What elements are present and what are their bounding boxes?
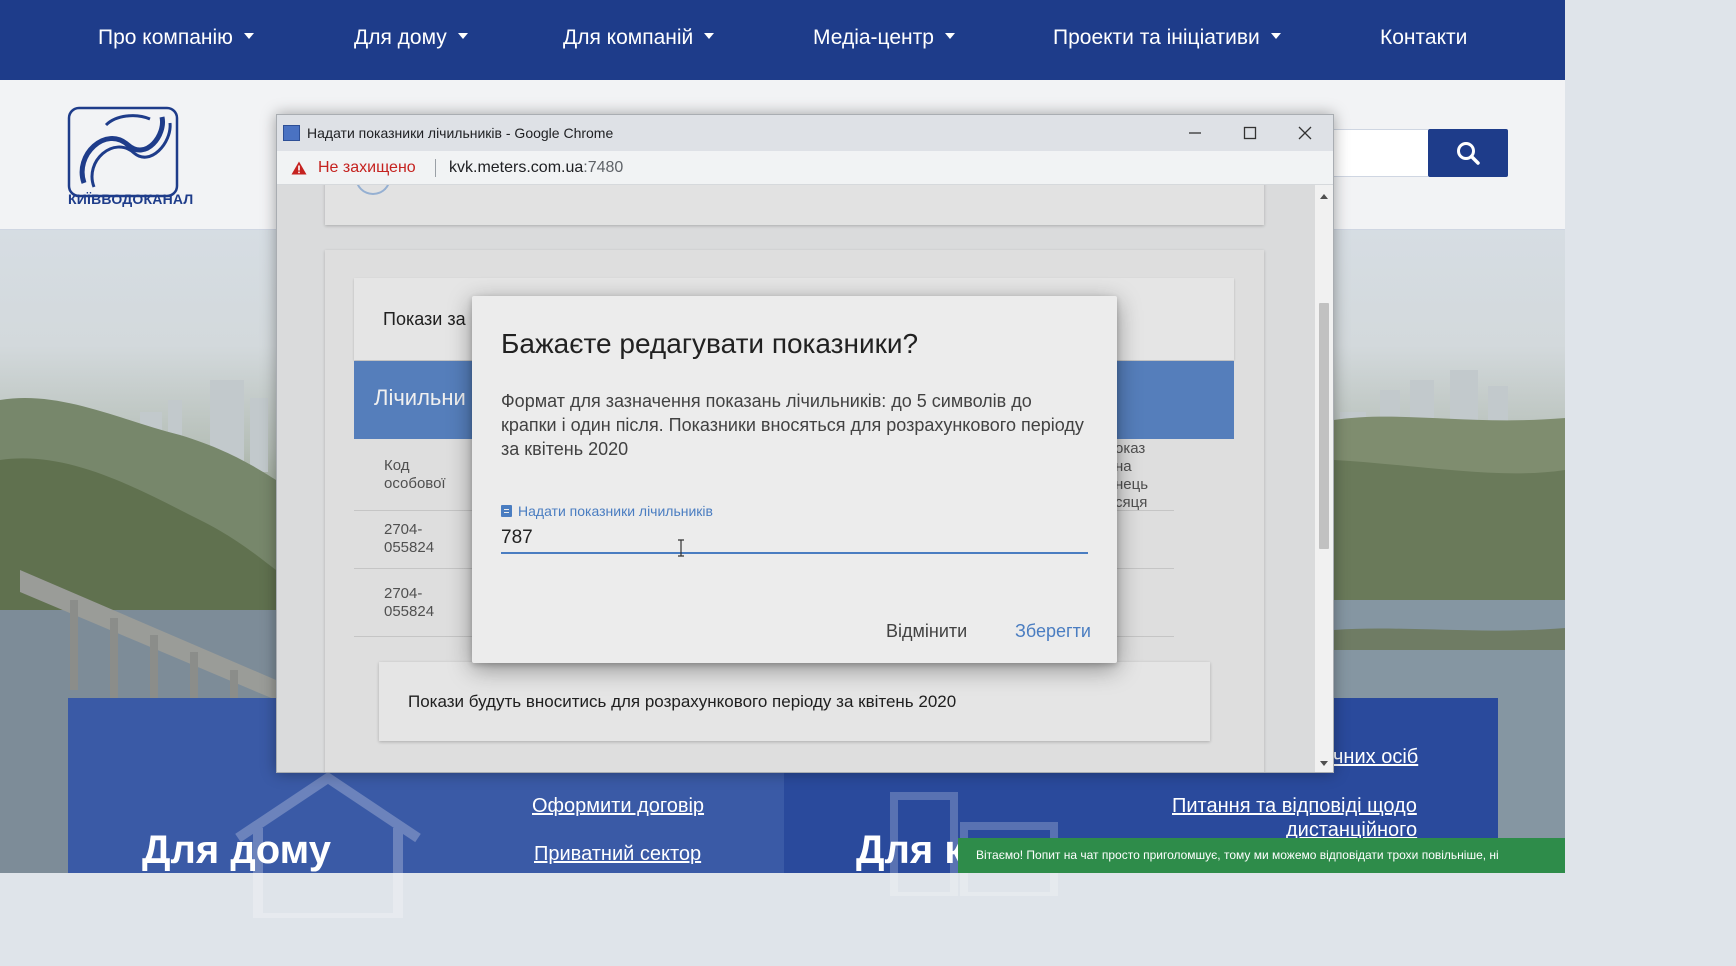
- top-navigation: Про компанію Для дому Для компаній Медіа…: [0, 0, 1565, 80]
- nav-item-media[interactable]: Медіа-центр: [813, 26, 955, 50]
- link-faq-remote[interactable]: Питання та відповіді щодо: [1172, 795, 1417, 818]
- chevron-down-icon: [944, 33, 955, 40]
- edit-readings-dialog: Бажаєте редагувати показники? Формат для…: [472, 296, 1117, 663]
- readings-input[interactable]: [501, 524, 1088, 554]
- address-bar[interactable]: Не захищено kvk.meters.com.ua:7480: [277, 151, 1333, 185]
- close-icon: [1298, 126, 1312, 140]
- chat-notification-bar[interactable]: Вітаємо! Попит на чат просто приголомшує…: [958, 838, 1565, 873]
- address-separator: [435, 159, 436, 177]
- maximize-icon: [1243, 126, 1257, 140]
- chevron-down-icon: [243, 33, 254, 40]
- scroll-up-icon[interactable]: [1320, 194, 1328, 199]
- dialog-title: Бажаєте редагувати показники?: [501, 328, 919, 359]
- chrome-titlebar[interactable]: Надати показники лічильників - Google Ch…: [277, 115, 1333, 151]
- search-button[interactable]: [1428, 129, 1508, 177]
- search-input[interactable]: [1330, 129, 1428, 177]
- chrome-popup-window: Надати показники лічильників - Google Ch…: [276, 114, 1334, 773]
- close-button[interactable]: [1277, 115, 1333, 151]
- text-cursor-icon: [678, 539, 684, 557]
- clipboard-icon: [501, 505, 512, 517]
- nav-item-contacts[interactable]: Контакти: [1380, 26, 1467, 50]
- link-make-contract[interactable]: Оформити договір: [532, 795, 704, 818]
- maximize-button[interactable]: [1222, 115, 1278, 151]
- nav-item-home[interactable]: Для дому: [354, 26, 468, 50]
- url-text[interactable]: kvk.meters.com.ua:7480: [449, 159, 623, 177]
- chevron-down-icon: [457, 33, 468, 40]
- popup-page-content: Покази за Лічильни Код особової оказ на …: [277, 185, 1315, 772]
- cancel-button[interactable]: Відмінити: [886, 621, 967, 642]
- nav-item-projects[interactable]: Проекти та ініціативи: [1053, 26, 1281, 50]
- scroll-down-icon[interactable]: [1320, 761, 1328, 766]
- search-icon: [1457, 142, 1480, 165]
- minimize-button[interactable]: [1167, 115, 1223, 151]
- chevron-down-icon: [1270, 33, 1281, 40]
- banner-right-title: Для к: [856, 828, 965, 872]
- page-favicon-icon: [283, 125, 300, 141]
- banner-left-title: Для дому: [142, 828, 331, 872]
- not-secure-label[interactable]: Не захищено: [318, 159, 416, 177]
- readings-field-label: Надати показники лічильників: [501, 503, 713, 519]
- chevron-down-icon: [704, 33, 715, 40]
- vertical-scrollbar[interactable]: [1315, 185, 1333, 772]
- scroll-thumb[interactable]: [1319, 303, 1329, 549]
- link-private-sector[interactable]: Приватний сектор: [534, 843, 701, 866]
- nav-item-companies[interactable]: Для компаній: [563, 26, 715, 50]
- warning-icon[interactable]: [291, 161, 307, 175]
- save-button[interactable]: Зберегти: [1015, 621, 1091, 642]
- nav-item-about[interactable]: Про компанію: [98, 26, 254, 50]
- window-title: Надати показники лічильників - Google Ch…: [307, 125, 614, 141]
- minimize-icon: [1189, 132, 1201, 134]
- dialog-description: Формат для зазначення показань лічильник…: [501, 391, 1084, 459]
- link-legal-entities[interactable]: чних осіб: [1333, 746, 1418, 769]
- logo-text: КИЇВВОДОКАНАЛ: [68, 191, 194, 207]
